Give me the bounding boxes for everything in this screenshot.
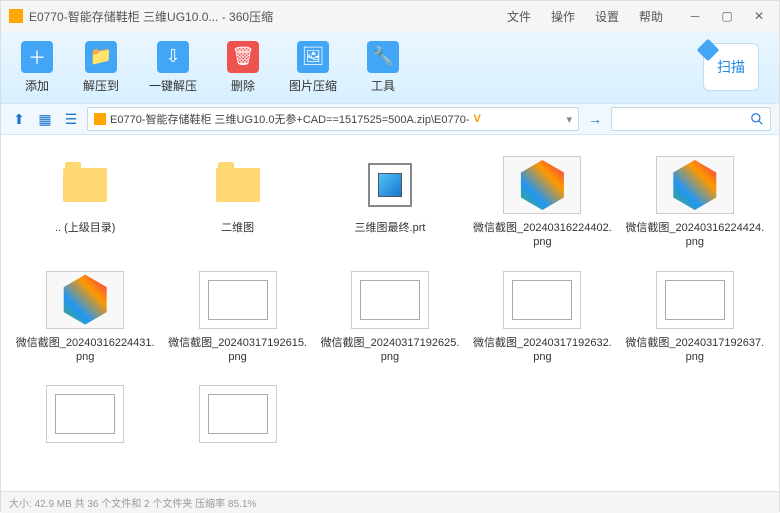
image-thumb [46,271,124,329]
file-item[interactable] [161,376,313,458]
file-label: 微信截图_20240317192632.png [472,336,612,365]
add-icon: ＋ [21,41,53,73]
delete-icon: 🗑 [227,41,259,73]
file-item[interactable] [9,376,161,458]
thumbnail [45,270,125,330]
app-icon [9,9,23,23]
search-input[interactable] [611,107,771,131]
oneclick-icon: ⇩ [157,41,189,73]
menu-settings[interactable]: 设置 [595,8,619,25]
thumbnail [655,270,735,330]
delete-button[interactable]: 🗑 删除 [227,41,259,94]
image-thumb [503,156,581,214]
prt-icon [368,163,412,207]
path-dropdown-icon[interactable]: ▾ [566,113,572,126]
go-button[interactable]: → [585,109,605,129]
thumbnail [45,384,125,444]
image-thumb [199,271,277,329]
image-thumb [351,271,429,329]
file-item[interactable]: 微信截图_20240317192632.png [466,262,618,373]
window-controls: ─ ▢ ✕ [683,4,771,28]
file-item[interactable]: .. (上级目录) [9,147,161,258]
file-item[interactable]: 微信截图_20240316224424.png [619,147,771,258]
minimize-button[interactable]: ─ [683,4,707,28]
file-label: 微信截图_20240317192637.png [625,336,765,365]
tools-icon: 🔧 [367,41,399,73]
menu-help[interactable]: 帮助 [639,8,663,25]
oneclick-button[interactable]: ⇩ 一键解压 [149,41,197,94]
tools-button[interactable]: 🔧 工具 [367,41,399,94]
folder-icon [63,168,107,202]
thumbnail [502,155,582,215]
toolbar: ＋ 添加 📁 解压到 ⇩ 一键解压 🗑 删除 🖼 图片压缩 🔧 工具 扫描 [1,31,779,103]
status-text: 大小: 42.9 MB 共 36 个文件和 2 个文件夹 压缩率 85.1% [9,495,256,510]
file-item[interactable]: 三维图最终.prt [314,147,466,258]
folder-icon [216,168,260,202]
image-thumb [656,271,734,329]
file-label: 微信截图_20240316224424.png [625,221,765,250]
menu-file[interactable]: 文件 [507,8,531,25]
path-input[interactable]: E0770-智能存储鞋柜 三维UG10.0无参+CAD==1517525=500… [87,107,579,131]
titlebar: E0770-智能存储鞋柜 三维UG10.0... - 360压缩 文件 操作 设… [1,1,779,31]
thumbnail [350,270,430,330]
file-label: 微信截图_20240316224402.png [472,221,612,250]
thumbnail [502,270,582,330]
window-title: E0770-智能存储鞋柜 三维UG10.0... - 360压缩 [29,8,507,25]
view-list-button[interactable]: ☰ [61,109,81,129]
file-label: 微信截图_20240316224431.png [15,336,155,365]
file-item[interactable]: 微信截图_20240317192637.png [619,262,771,373]
search-icon [750,112,764,126]
extract-button[interactable]: 📁 解压到 [83,41,119,94]
thumbnail [655,155,735,215]
file-item[interactable]: 二维图 [161,147,313,258]
thumbnail [198,270,278,330]
pathbar: ⬆ ▦ ☰ E0770-智能存储鞋柜 三维UG10.0无参+CAD==15175… [1,103,779,135]
thumbnail [198,384,278,444]
image-thumb [656,156,734,214]
close-button[interactable]: ✕ [747,4,771,28]
path-text: E0770-智能存储鞋柜 三维UG10.0无参+CAD==1517525=500… [110,111,470,127]
thumbnail [45,155,125,215]
scan-button[interactable]: 扫描 [703,43,759,91]
thumbnail [198,155,278,215]
file-label: 微信截图_20240317192615.png [168,336,308,365]
add-button[interactable]: ＋ 添加 [21,41,53,94]
file-item[interactable]: 微信截图_20240317192625.png [314,262,466,373]
extract-icon: 📁 [85,41,117,73]
image-compress-button[interactable]: 🖼 图片压缩 [289,41,337,94]
image-thumb [46,385,124,443]
menu-bar: 文件 操作 设置 帮助 [507,8,663,25]
archive-icon [94,113,106,125]
file-grid: .. (上级目录) 二维图 三维图最终.prt 微信截图_20240316224402… [1,135,779,491]
scan-section: 扫描 [703,43,759,91]
image-thumb [503,271,581,329]
file-item[interactable]: 微信截图_20240316224402.png [466,147,618,258]
image-thumb [199,385,277,443]
up-button[interactable]: ⬆ [9,109,29,129]
file-label: 二维图 [221,221,254,235]
scan-cube-icon [697,39,720,62]
maximize-button[interactable]: ▢ [715,4,739,28]
file-item[interactable]: 微信截图_20240316224431.png [9,262,161,373]
image-icon: 🖼 [297,41,329,73]
menu-operation[interactable]: 操作 [551,8,575,25]
thumbnail [350,155,430,215]
statusbar: 大小: 42.9 MB 共 36 个文件和 2 个文件夹 压缩率 85.1% [1,491,779,513]
file-label: 微信截图_20240317192625.png [320,336,460,365]
file-label: 三维图最终.prt [355,221,426,235]
file-item[interactable]: 微信截图_20240317192615.png [161,262,313,373]
view-icons-button[interactable]: ▦ [35,109,55,129]
file-label: .. (上级目录) [55,221,116,235]
path-badge-icon: V [474,113,481,125]
